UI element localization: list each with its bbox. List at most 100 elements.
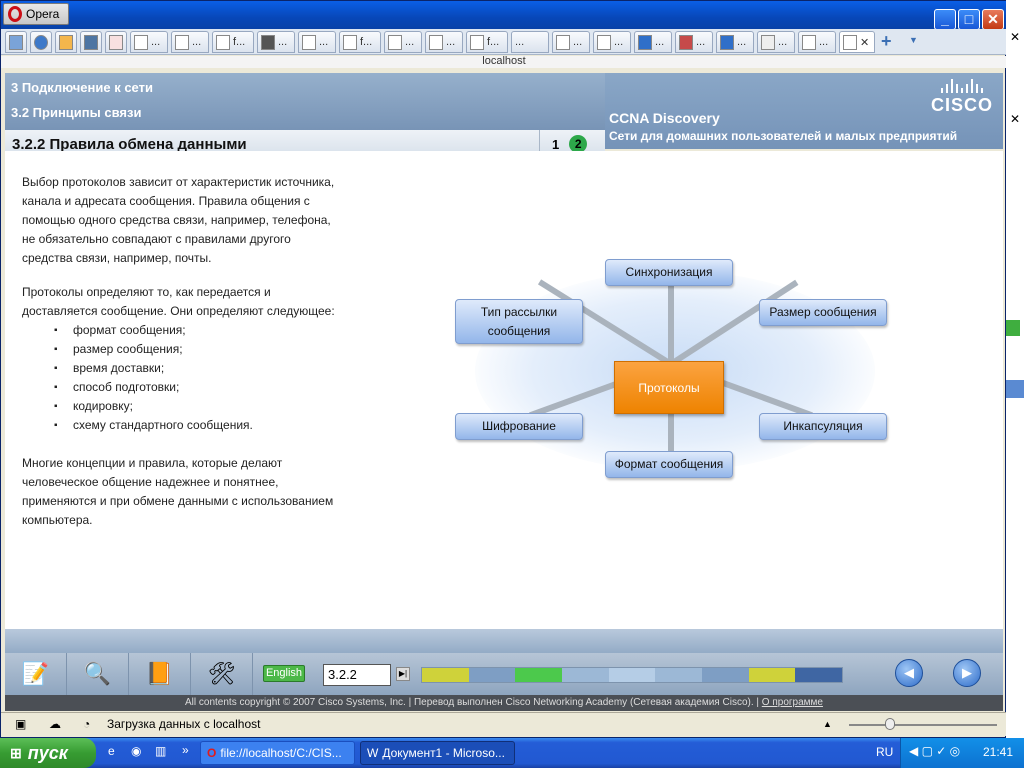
tab[interactable]: ...: [757, 31, 795, 53]
address-bar[interactable]: localhost: [1, 56, 1007, 68]
opera-menu-button[interactable]: Opera: [3, 3, 69, 25]
next-button[interactable]: ▶: [953, 659, 981, 687]
tab[interactable]: ...: [716, 31, 754, 53]
search-button[interactable]: 🔍: [67, 653, 129, 695]
quicklaunch-more-icon[interactable]: »: [182, 743, 189, 757]
progress-segment[interactable]: [655, 668, 703, 682]
progress-segment[interactable]: [515, 668, 563, 682]
magnifier-icon: [59, 34, 73, 50]
tab-close-icon[interactable]: ✕: [860, 36, 869, 49]
tab-yandex[interactable]: [105, 31, 127, 53]
course-subtitle: Сети для домашних пользователей и малых …: [609, 129, 958, 143]
taskbar-item-opera[interactable]: O file://localhost/C:/CIS...: [200, 741, 355, 765]
tab[interactable]: ...: [634, 31, 672, 53]
close-button[interactable]: ✕: [982, 9, 1004, 30]
tab-label: ...: [819, 36, 829, 48]
copyright-text: All contents copyright © 2007 Cisco Syst…: [185, 697, 759, 708]
tab[interactable]: ...: [298, 31, 336, 53]
zoom-slider[interactable]: [849, 724, 997, 726]
progress-bar: [421, 667, 843, 683]
brand-header: CISCO CCNA Discovery Сети для домашних п…: [605, 73, 1003, 149]
app-icon[interactable]: ▥: [155, 744, 166, 758]
tab[interactable]: f...: [466, 31, 508, 53]
zoom-up-icon[interactable]: ▲: [823, 713, 832, 735]
notepad-icon: 📝: [21, 661, 50, 686]
about-link[interactable]: О программе: [762, 697, 823, 708]
node-protocols[interactable]: Протоколы: [614, 361, 724, 414]
tab[interactable]: ...: [171, 31, 209, 53]
page-icon: [175, 34, 189, 50]
node-message-size[interactable]: Размер сообщения: [759, 299, 887, 326]
tab-label: ...: [192, 36, 202, 48]
tab[interactable]: ...: [511, 31, 549, 53]
notes-button[interactable]: 📝: [5, 653, 67, 695]
tab[interactable]: ...: [384, 31, 422, 53]
close-icon[interactable]: ✕: [1010, 30, 1020, 44]
page-icon: [429, 34, 443, 50]
tab-menu-icon[interactable]: ▼: [909, 35, 918, 45]
go-page-icon[interactable]: ▶|: [396, 667, 410, 681]
tab[interactable]: ...: [257, 31, 295, 53]
browser-window: Opera _ □ ✕ ... ... f... ... ... f... ..…: [0, 0, 1007, 738]
panel-toggle-icon[interactable]: ▣: [15, 713, 26, 735]
ie-icon[interactable]: e: [108, 744, 115, 758]
page-1-button[interactable]: 1: [552, 137, 559, 152]
progress-segment[interactable]: [702, 668, 749, 682]
minimize-button[interactable]: _: [934, 9, 956, 30]
tab[interactable]: ...: [798, 31, 836, 53]
start-button[interactable]: ⊞ пуск: [0, 738, 96, 768]
tools-button[interactable]: 🛠: [191, 653, 253, 695]
node-encryption[interactable]: Шифрование: [455, 413, 583, 440]
opera-menu-label: Opera: [26, 7, 60, 21]
tab-pinned[interactable]: [30, 31, 52, 53]
yandex-icon: [109, 34, 123, 50]
node-message-format[interactable]: Формат сообщения: [605, 451, 733, 478]
glossary-button[interactable]: 📙: [129, 653, 191, 695]
arrow-left-icon: ◀: [904, 665, 914, 680]
new-tab-button[interactable]: +: [881, 31, 892, 52]
language-indicator[interactable]: RU: [876, 745, 893, 759]
page-number-input[interactable]: 3.2.2: [323, 664, 391, 686]
tab-active[interactable]: ✕: [839, 31, 875, 53]
tab-label: ...: [573, 36, 583, 48]
tab[interactable]: f...: [339, 31, 381, 53]
tab-mail[interactable]: [5, 31, 27, 53]
arrow-right-icon: ▶: [962, 665, 972, 680]
progress-segment[interactable]: [748, 668, 796, 682]
list-item: схему стандартного сообщения.: [22, 416, 342, 435]
speed-dial-icon[interactable]: ◔: [83, 713, 90, 735]
previous-button[interactable]: ◀: [895, 659, 923, 687]
chrome-icon[interactable]: ◉: [131, 744, 141, 758]
magnifier-icon: 🔍: [83, 661, 112, 686]
cloud-icon[interactable]: ☁: [49, 713, 61, 735]
taskbar-item-word[interactable]: W Документ1 - Microso...: [360, 741, 515, 765]
node-sync[interactable]: Синхронизация: [605, 259, 733, 286]
close-icon[interactable]: ✕: [1010, 112, 1020, 126]
tray-icons[interactable]: ◀ ▢ ✓ ◎: [909, 744, 960, 758]
zoom-slider-handle[interactable]: [885, 718, 895, 730]
tab[interactable]: f...: [212, 31, 254, 53]
tab[interactable]: ...: [130, 31, 168, 53]
node-encapsulation[interactable]: Инкапсуляция: [759, 413, 887, 440]
cisco-logo-text: CISCO: [930, 95, 993, 115]
word-icon: W: [367, 746, 379, 760]
tab-label: ...: [737, 36, 747, 48]
progress-segment[interactable]: [468, 668, 516, 682]
tab[interactable]: ...: [593, 31, 631, 53]
taskbar-item-label: file://localhost/C:/CIS...: [220, 746, 342, 760]
tab-label: ...: [696, 36, 706, 48]
language-button[interactable]: English: [263, 665, 305, 682]
tab-search[interactable]: [55, 31, 77, 53]
page-icon: [302, 34, 316, 50]
maximize-button[interactable]: □: [958, 9, 980, 30]
scroll-indicator[interactable]: [1006, 380, 1024, 398]
progress-segment[interactable]: [422, 668, 469, 682]
tab[interactable]: ...: [552, 31, 590, 53]
tab[interactable]: ...: [425, 31, 463, 53]
node-delivery-type[interactable]: Тип рассылки сообщения: [455, 299, 583, 344]
progress-segment[interactable]: [562, 668, 609, 682]
tab-vk[interactable]: [80, 31, 102, 53]
progress-segment[interactable]: [608, 668, 656, 682]
tab[interactable]: ...: [675, 31, 713, 53]
progress-segment[interactable]: [795, 668, 843, 682]
